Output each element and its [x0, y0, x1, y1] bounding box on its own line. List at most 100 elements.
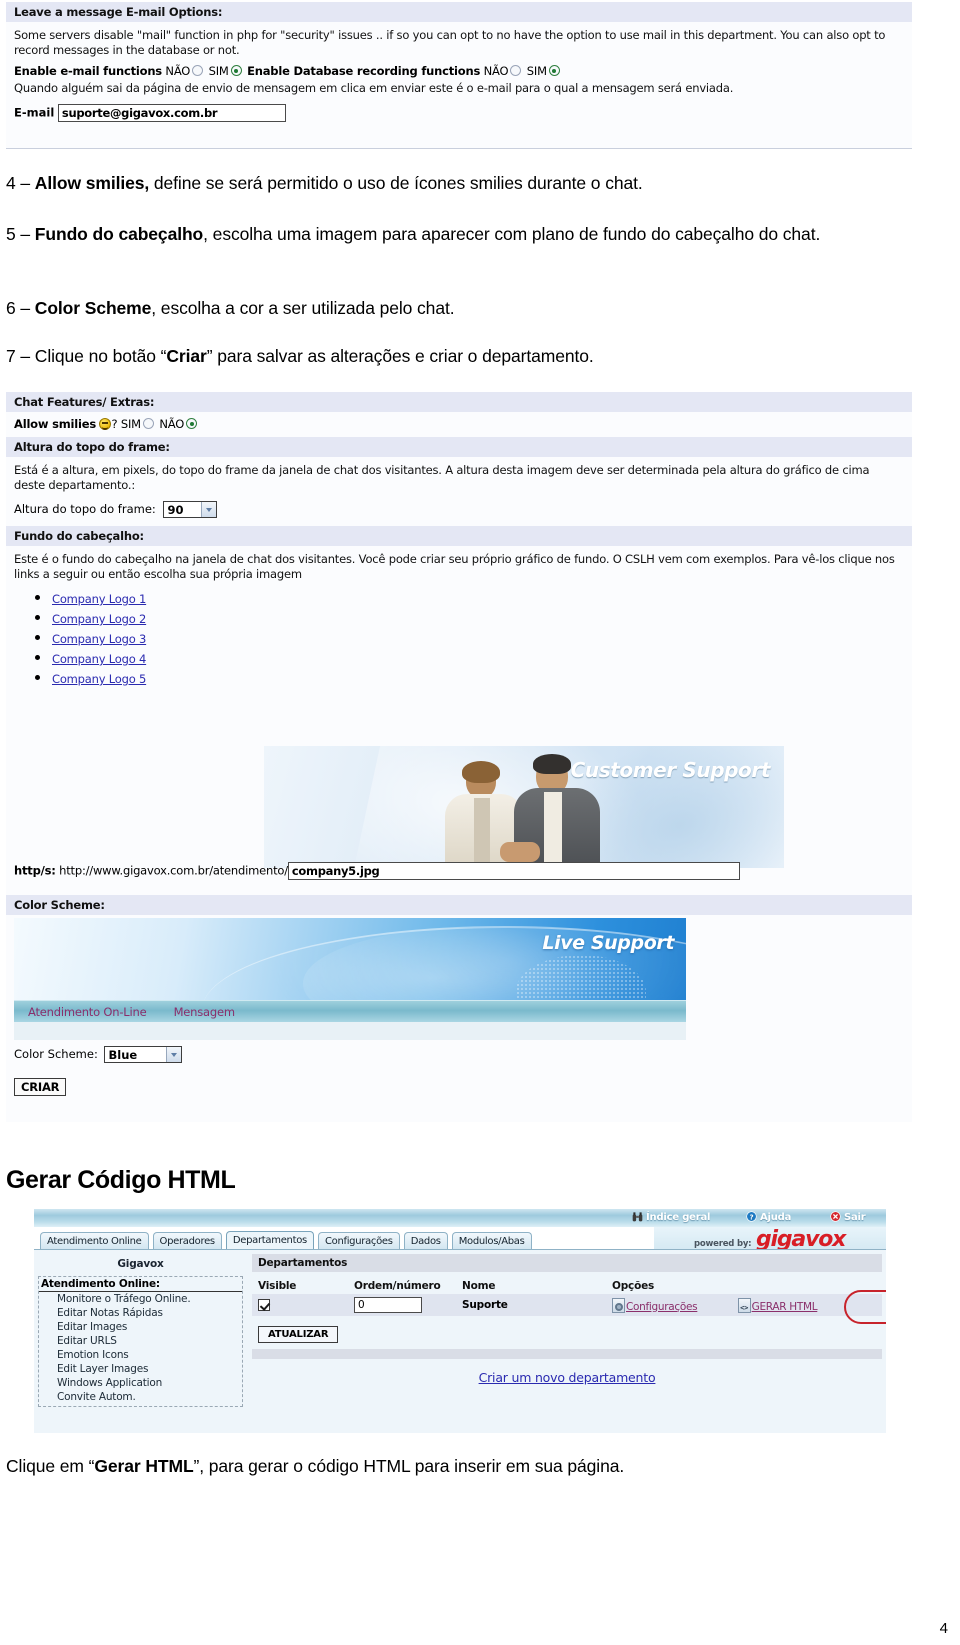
topbar-indice-geral-label: Índice geral [646, 1212, 711, 1223]
topbar-ajuda[interactable]: ? Ajuda [746, 1211, 791, 1223]
admin-main-panel: Departamentos Visible Ordem/número Nome … [252, 1254, 886, 1386]
live-support-caption: Live Support [542, 932, 674, 954]
enable-db-no-radio[interactable] [510, 65, 522, 77]
allow-smilies-label: Allow smilies [14, 417, 97, 431]
configuracoes-link[interactable]: Configurações [626, 1301, 698, 1313]
body-item-7-bold: Criar [166, 346, 207, 366]
company-logo-1-link[interactable]: Company Logo 1 [52, 592, 146, 606]
criar-novo-departamento-link[interactable]: Criar um novo departamento [479, 1370, 656, 1385]
admin-tab-bar: Atendimento Online Operadores Departamen… [40, 1231, 532, 1249]
email-field-label: E-mail [14, 105, 55, 120]
list-item[interactable]: Company Logo 2 [52, 608, 912, 627]
closing-bold: Gerar HTML [94, 1456, 194, 1476]
chat-features-header: Chat Features/ Extras: [6, 392, 912, 412]
enable-email-yes-radio[interactable] [230, 65, 242, 77]
email-note: Quando alguém sai da página de envio de … [14, 81, 734, 96]
enable-db-yes-radio[interactable] [548, 65, 560, 77]
allow-smilies-question: ? [111, 417, 118, 431]
sidebar-item-windows-application[interactable]: Windows Application [39, 1376, 242, 1390]
atualizar-button[interactable]: ATUALIZAR [258, 1326, 339, 1343]
tab-modulos-abas[interactable]: Modulos/Abas [451, 1232, 532, 1249]
atualizar-button-wrap: ATUALIZAR [252, 1316, 882, 1343]
chevron-down-icon[interactable] [166, 1047, 182, 1062]
sidebar-item-editar-urls[interactable]: Editar URLS [39, 1334, 242, 1348]
frame-height-header: Altura do topo do frame: [6, 437, 912, 457]
email-field-row: E-mail suporte@gigavox.com.br [6, 99, 912, 123]
column-header-opcoes: Opções [612, 1280, 655, 1292]
criar-button[interactable]: CRIAR [14, 1078, 67, 1096]
row-opcoes-cell: Configurações GERAR HTML [612, 1289, 886, 1324]
header-background-description: Este é o fundo do cabeçalho na janela de… [14, 552, 895, 582]
allow-smilies-no-label: NÃO [159, 417, 185, 431]
image-url-protocol-label: http/s: [14, 863, 56, 878]
gerar-html-highlight-ring [844, 1289, 886, 1324]
list-item[interactable]: Company Logo 4 [52, 648, 912, 667]
body-item-4-rest: define se será permitido o uso de ícones… [149, 173, 643, 193]
allow-smilies-no-radio[interactable] [186, 418, 198, 429]
admin-topbar: Índice geral ? Ajuda Sair [34, 1209, 886, 1227]
settings-page-icon [612, 1297, 625, 1313]
tab-operadores[interactable]: Operadores [152, 1232, 222, 1249]
tab-departamentos[interactable]: Departamentos [225, 1231, 314, 1249]
sidebar-item-monitore-trafego[interactable]: Monitore o Tráfego Online. [39, 1292, 242, 1306]
image-url-prefix: http://www.gigavox.com.br/atendimento/ [59, 863, 288, 878]
departments-panel-title: Departamentos [252, 1254, 882, 1272]
frame-height-select[interactable]: 90 [163, 501, 218, 519]
tab-dados[interactable]: Dados [403, 1232, 448, 1249]
tab-configuracoes[interactable]: Configurações [317, 1232, 400, 1249]
section-heading-gerar-codigo-html: Gerar Código HTML [6, 1166, 236, 1194]
sidebar-box: Atendimento Online: Monitore o Tráfego O… [38, 1276, 243, 1407]
table-row: 0 Suporte Configurações GERAR HTML [252, 1289, 886, 1324]
company-logo-3-link[interactable]: Company Logo 3 [52, 632, 146, 646]
sidebar-item-editar-notas-rapidas[interactable]: Editar Notas Rápidas [39, 1306, 242, 1320]
gerar-html-link[interactable]: GERAR HTML [752, 1301, 818, 1313]
tab-atendimento-online[interactable]: Atendimento Online [40, 1232, 149, 1249]
row-visible-cell [258, 1298, 354, 1312]
sidebar-item-emotion-icons[interactable]: Emotion Icons [39, 1348, 242, 1362]
preview-nav-mensagem[interactable]: Mensagem [174, 1002, 236, 1019]
preview-nav-atendimento[interactable]: Atendimento On-Line [28, 1002, 147, 1019]
company-logo-4-link[interactable]: Company Logo 4 [52, 652, 146, 666]
screenshot-admin-panel: Índice geral ? Ajuda Sair powered by: gi… [34, 1209, 886, 1433]
row-nome-cell: Suporte [462, 1299, 612, 1311]
enable-email-functions-label: Enable e-mail functions [14, 64, 162, 79]
allow-smilies-yes-radio[interactable] [142, 418, 154, 429]
email-options-description: Some servers disable "mail" function in … [14, 28, 886, 57]
body-item-6-number: 6 – [6, 298, 35, 318]
sidebar-title: Gigavox [117, 1258, 164, 1270]
list-item[interactable]: Company Logo 1 [52, 588, 912, 607]
enable-email-no-label: NÃO [165, 64, 191, 79]
visible-checkbox[interactable] [258, 1298, 270, 1311]
sidebar-item-convite-autom[interactable]: Convite Autom. [39, 1390, 242, 1404]
ordem-input[interactable]: 0 [354, 1297, 422, 1313]
column-header-nome: Nome [462, 1280, 496, 1292]
list-item[interactable]: Company Logo 5 [52, 668, 912, 687]
smiley-icon [99, 418, 112, 430]
screenshot-email-options: Leave a message E-mail Options: Some ser… [6, 2, 912, 149]
department-name: Suporte [462, 1299, 508, 1311]
body-item-7-suffix: ” para salvar as alterações e criar o de… [206, 346, 594, 366]
enable-db-no-label: NÃO [483, 64, 509, 79]
body-item-4: 4 – Allow smilies, define se será permit… [6, 172, 906, 195]
closing-paragraph: Clique em “Gerar HTML”, para gerar o cód… [6, 1455, 906, 1478]
enable-email-no-radio[interactable] [192, 65, 204, 77]
image-filename-input[interactable]: company5.jpg [287, 862, 740, 880]
list-item[interactable]: Company Logo 3 [52, 628, 912, 647]
body-item-6-bold: Color Scheme [34, 298, 152, 318]
company-logo-5-link[interactable]: Company Logo 5 [52, 672, 146, 686]
body-item-5-bold: Fundo do cabeçalho [34, 224, 204, 244]
topbar-sair[interactable]: Sair [830, 1211, 866, 1223]
sidebar-item-editar-images[interactable]: Editar Images [39, 1320, 242, 1334]
email-options-header: Leave a message E-mail Options: [6, 2, 912, 22]
column-header-ordem: Ordem/número [354, 1280, 441, 1292]
departments-table-header: Visible Ordem/número Nome Opções [252, 1272, 882, 1294]
chevron-down-icon[interactable] [201, 502, 217, 518]
panel-divider [252, 1349, 882, 1359]
frame-height-field-row: Altura do topo do frame: 90 [6, 495, 912, 526]
sidebar-item-edit-layer-images[interactable]: Edit Layer Images [39, 1362, 242, 1376]
body-item-7: 7 – Clique no botão “Criar” para salvar … [6, 345, 906, 368]
email-input[interactable]: suporte@gigavox.com.br [57, 104, 286, 123]
color-scheme-select[interactable]: Blue [104, 1046, 183, 1063]
topbar-indice-geral[interactable]: Índice geral [632, 1211, 710, 1223]
company-logo-2-link[interactable]: Company Logo 2 [52, 612, 146, 626]
